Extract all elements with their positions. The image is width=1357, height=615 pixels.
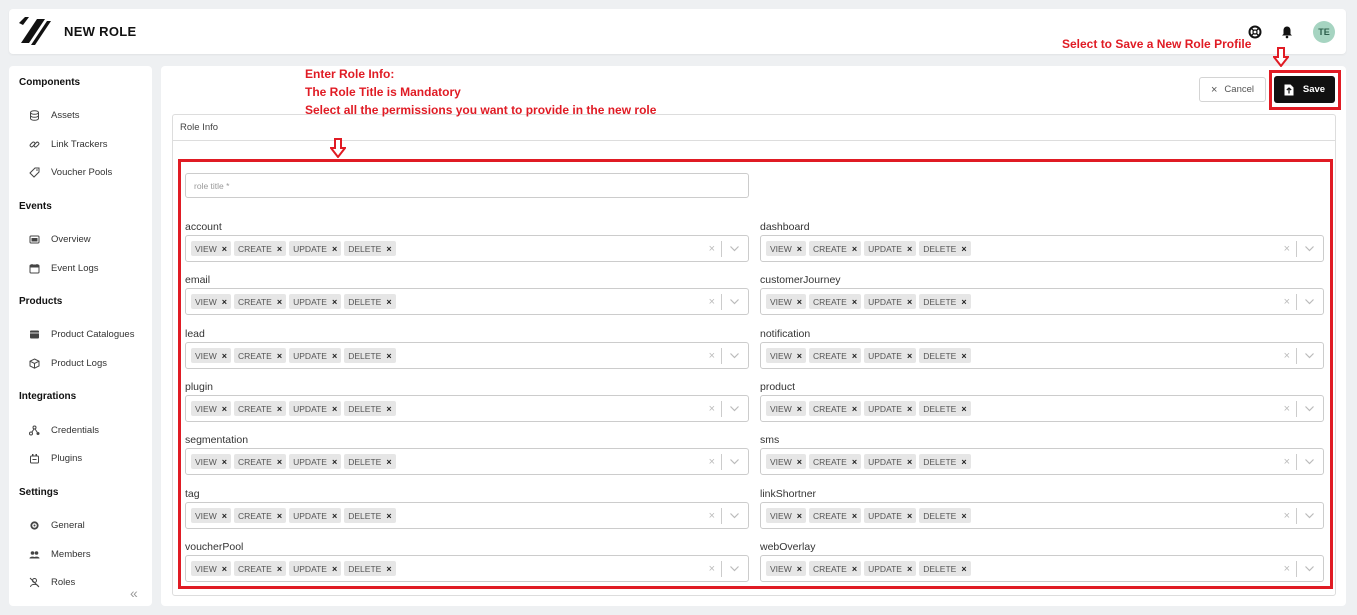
calendar-icon	[29, 263, 40, 273]
annotation-arrow-down-icon	[330, 138, 346, 158]
sidebar-item-product-catalogues[interactable]: Product Catalogues	[29, 326, 134, 342]
logo-icon[interactable]	[19, 17, 51, 47]
avatar[interactable]: TE	[1313, 21, 1335, 43]
link-icon	[29, 141, 40, 147]
bell-icon[interactable]	[1280, 25, 1294, 39]
annotation-role-note-3: Select all the permissions you want to p…	[305, 103, 657, 117]
sidebar-item-label: Plugins	[51, 452, 83, 464]
sidebar-item-label: Credentials	[51, 424, 100, 436]
sidebar-heading-integrations: Integrations	[19, 391, 77, 402]
sidebar-item-product-logs[interactable]: Product Logs	[29, 355, 107, 371]
sidebar-item-roles[interactable]: Roles	[29, 574, 75, 590]
sidebar-item-overview[interactable]: Overview	[29, 231, 91, 247]
members-icon	[29, 550, 40, 558]
sidebar-item-plugins[interactable]: Plugins	[29, 450, 82, 466]
sidebar-item-members[interactable]: Members	[29, 546, 91, 562]
close-icon: ×	[1210, 83, 1218, 96]
sidebar-item-label: Product Logs	[51, 357, 107, 369]
sidebar-heading-products: Products	[19, 296, 63, 307]
sidebar-item-link-trackers[interactable]: Link Trackers	[29, 136, 108, 152]
sidebar-item-assets[interactable]: Assets	[29, 107, 80, 123]
annotation-save-note: Select to Save a New Role Profile	[1062, 37, 1252, 51]
annotation-form-box	[178, 159, 1333, 589]
sidebar-item-label: Assets	[51, 109, 80, 121]
plugin-icon	[30, 453, 39, 463]
tag-icon	[29, 167, 40, 178]
sidebar-item-credentials[interactable]: Credentials	[29, 422, 99, 438]
annotation-arrow-down-icon	[1273, 47, 1289, 67]
database-icon	[30, 109, 39, 121]
sidebar-item-label: Product Catalogues	[51, 328, 135, 340]
catalogue-icon	[30, 330, 39, 338]
sidebar-heading-components: Components	[19, 77, 81, 88]
sidebar-item-label: Voucher Pools	[51, 166, 113, 178]
sidebar-item-general[interactable]: General	[29, 517, 85, 533]
sidebar-item-event-logs[interactable]: Event Logs	[29, 260, 99, 276]
gear-icon	[30, 520, 39, 530]
annotation-role-note-2: The Role Title is Mandatory	[305, 85, 461, 99]
credentials-icon	[29, 425, 40, 435]
sidebar: Components Assets Link Trackers Voucher …	[9, 66, 152, 606]
sidebar-heading-events: Events	[19, 201, 52, 212]
sidebar-item-voucher-pools[interactable]: Voucher Pools	[29, 164, 112, 180]
sidebar-item-label: Event Logs	[51, 262, 99, 274]
sidebar-item-label: Members	[51, 548, 91, 560]
annotation-save-box	[1269, 70, 1341, 110]
cancel-button[interactable]: × Cancel	[1199, 77, 1266, 102]
page-title: NEW ROLE	[64, 24, 137, 39]
overview-icon	[29, 235, 40, 243]
collapse-sidebar-icon[interactable]: «	[130, 585, 138, 601]
annotation-role-note-1: Enter Role Info:	[305, 67, 395, 81]
role-info-title: Role Info	[173, 115, 1335, 141]
cancel-label: Cancel	[1224, 84, 1254, 95]
roles-icon	[29, 577, 40, 587]
sidebar-item-label: Overview	[51, 233, 91, 245]
sidebar-item-label: Roles	[51, 576, 76, 588]
sidebar-item-label: General	[51, 519, 85, 531]
sidebar-item-label: Link Trackers	[51, 138, 108, 150]
sidebar-heading-settings: Settings	[19, 487, 59, 498]
box-icon	[29, 357, 40, 369]
